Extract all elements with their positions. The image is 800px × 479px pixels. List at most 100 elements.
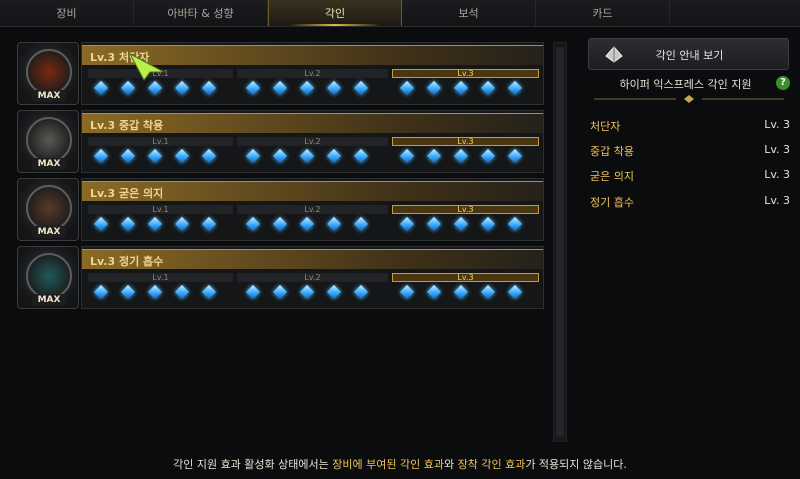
effect-level: Lv. 3: [764, 143, 790, 156]
hyper-express-title: 하이퍼 익스프레스 각인 지원: [619, 78, 752, 91]
node-gem: [272, 148, 288, 164]
engraving-titlebar: Lv.3 굳은 의지: [82, 181, 543, 201]
engraving-row: MAX Lv.3 정기 흡수 Lv.1 Lv.2 Lv.3: [17, 246, 544, 309]
level-segment-3: Lv.3: [392, 137, 539, 146]
effect-level: Lv. 3: [764, 118, 790, 131]
footer-highlight-1: 장비에 부여된 각인 효과: [332, 458, 444, 471]
node-gem: [507, 284, 523, 300]
scrollbar-thumb[interactable]: [556, 47, 564, 437]
node-gem: [93, 80, 109, 96]
max-badge: MAX: [32, 90, 66, 102]
node-gem: [147, 284, 163, 300]
node-gem: [245, 216, 261, 232]
level-segment-2: Lv.2: [237, 69, 388, 78]
node-gem: [245, 284, 261, 300]
node-gem: [399, 216, 415, 232]
node-gem: [120, 148, 136, 164]
node-gem: [480, 216, 496, 232]
node-gem: [245, 80, 261, 96]
node-gem: [299, 284, 315, 300]
engraving-title: Lv.3 정기 흡수: [90, 255, 164, 268]
footer-text-1: 각인 지원 효과 활성화 상태에서는: [173, 458, 333, 471]
node-gem: [174, 80, 190, 96]
tab-engraving[interactable]: 각인: [268, 0, 402, 26]
engraving-icon: [26, 49, 72, 95]
node-gem: [426, 148, 442, 164]
footer-highlight-2: 장착 각인 효과: [457, 458, 526, 471]
effect-name: 굳은 의지: [590, 170, 634, 183]
level-segment-1: Lv.1: [88, 273, 233, 282]
tab-bar: 장비 아바타 & 성향 각인 보석 카드: [0, 0, 800, 27]
engraving-row: MAX Lv.3 중갑 착용 Lv.1 Lv.2 Lv.3: [17, 110, 544, 173]
engraving-panel: Lv.3 굳은 의지 Lv.1 Lv.2 Lv.3: [81, 178, 544, 241]
node-gem: [272, 284, 288, 300]
node-gem: [480, 148, 496, 164]
node-gem: [399, 148, 415, 164]
engraving-titlebar: Lv.3 정기 흡수: [82, 249, 543, 269]
node-gem: [507, 216, 523, 232]
node-gem: [480, 80, 496, 96]
node-gem: [93, 284, 109, 300]
guide-button-label: 각인 안내 보기: [655, 49, 724, 62]
node-gem: [453, 284, 469, 300]
engraving-portrait: MAX: [17, 42, 79, 105]
engraving-guide-button[interactable]: 각인 안내 보기: [588, 38, 789, 70]
max-badge: MAX: [32, 158, 66, 170]
tab-avatar[interactable]: 아바타 & 성향: [134, 0, 268, 26]
engraving-panel: Lv.3 중갑 착용 Lv.1 Lv.2 Lv.3: [81, 110, 544, 173]
level-segment-2: Lv.2: [237, 205, 388, 214]
max-badge: MAX: [32, 294, 66, 306]
node-gem: [453, 80, 469, 96]
scrollbar[interactable]: [553, 42, 567, 442]
help-icon[interactable]: ?: [776, 76, 790, 90]
tab-cards[interactable]: 카드: [536, 0, 670, 26]
node-gem: [480, 284, 496, 300]
tab-gems[interactable]: 보석: [402, 0, 536, 26]
node-gem: [399, 80, 415, 96]
effect-name: 정기 흡수: [590, 196, 634, 209]
engraving-title: Lv.3 중갑 착용: [90, 119, 164, 132]
node-gem: [120, 284, 136, 300]
engraving-titlebar: Lv.3 중갑 착용: [82, 113, 543, 133]
effect-row: 굳은 의지 Lv. 3: [590, 168, 790, 183]
effect-level: Lv. 3: [764, 168, 790, 181]
engraving-panel: Lv.3 정기 흡수 Lv.1 Lv.2 Lv.3: [81, 246, 544, 309]
effect-row: 중갑 착용 Lv. 3: [590, 143, 790, 158]
node-gem: [353, 80, 369, 96]
node-gem: [93, 148, 109, 164]
node-gem: [353, 216, 369, 232]
engraving-portrait: MAX: [17, 246, 79, 309]
node-gem: [453, 216, 469, 232]
node-gem: [147, 216, 163, 232]
node-gem: [93, 216, 109, 232]
level-segment-2: Lv.2: [237, 273, 388, 282]
cursor-arrow-icon: [128, 52, 165, 81]
node-gem: [299, 148, 315, 164]
node-gem: [326, 284, 342, 300]
node-gem: [147, 80, 163, 96]
ornament-divider: [594, 95, 784, 103]
node-gem: [426, 284, 442, 300]
effect-name: 중갑 착용: [590, 145, 634, 158]
node-gem: [426, 80, 442, 96]
node-gem: [326, 148, 342, 164]
node-gem: [326, 216, 342, 232]
engraving-icon: [26, 185, 72, 231]
node-gem: [426, 216, 442, 232]
level-segment-3: Lv.3: [392, 205, 539, 214]
engraving-row: MAX Lv.3 처단자 Lv.1 Lv.2 Lv.3: [17, 42, 544, 105]
node-gem: [201, 216, 217, 232]
max-badge: MAX: [32, 226, 66, 238]
node-gem: [201, 148, 217, 164]
tab-equipment[interactable]: 장비: [0, 0, 134, 26]
node-gem: [399, 284, 415, 300]
footer-text-3: 가 적용되지 않습니다.: [525, 458, 627, 471]
footer-notice: 각인 지원 효과 활성화 상태에서는 장비에 부여된 각인 효과와 장착 각인 …: [0, 456, 800, 472]
node-gem: [201, 80, 217, 96]
effect-name: 처단자: [590, 120, 621, 133]
effect-row: 정기 흡수 Lv. 3: [590, 194, 790, 209]
node-gem: [174, 284, 190, 300]
node-gem: [353, 284, 369, 300]
node-gem: [147, 148, 163, 164]
node-gem: [453, 148, 469, 164]
